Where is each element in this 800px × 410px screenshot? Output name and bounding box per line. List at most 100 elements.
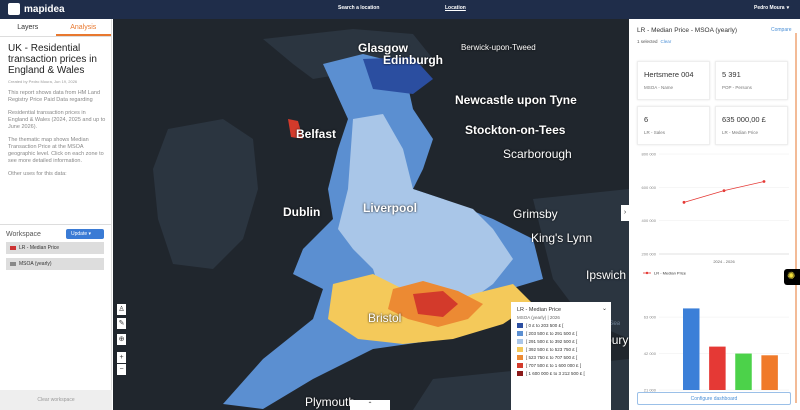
comparison-bar-chart: 21 00042 00063 000 — [644, 308, 789, 393]
locate-button[interactable]: ⊕ — [117, 334, 126, 345]
data-point — [682, 200, 686, 204]
zoom-out-button[interactable]: − — [117, 364, 126, 375]
selection-status: 1 selected Clear — [637, 39, 671, 44]
workspace-item-label: LR - Median Price — [19, 245, 60, 251]
search-location-input[interactable]: Search a location — [338, 5, 379, 11]
panel-scrollbar[interactable] — [795, 33, 797, 403]
legend-label: [ 707 500 £ to 1 600 000 £ [ — [526, 363, 582, 368]
city-label: Stockton-on-Tees — [465, 123, 566, 137]
crosshair-icon: ⊕ — [118, 336, 125, 343]
legend-label: LR - Median Price — [654, 271, 687, 276]
workspace-item-median-price[interactable]: LR - Median Price — [6, 242, 104, 254]
legend-swatch — [517, 347, 523, 352]
stat-label: LR - Sales — [644, 130, 666, 135]
legend-row[interactable]: [ 1 600 000 £ to 3 212 500 £ [ — [517, 371, 605, 376]
zoom-in-button[interactable]: + — [117, 352, 126, 363]
city-label: Dublin — [283, 205, 321, 219]
logo-text: mapidea — [24, 3, 65, 15]
stat-card: 6 LR - Sales — [637, 106, 710, 145]
stat-value: 5 391 — [722, 70, 741, 79]
chevron-up-icon: ⌃ — [367, 402, 373, 408]
x-axis-label: 2024 - 2026 — [713, 259, 735, 264]
legend-row[interactable]: [ 707 500 £ to 1 600 000 £ [ — [517, 363, 605, 368]
report-meta: Created by Pedro Moura, Jun 19, 2026 — [8, 79, 78, 84]
legend-subtitle: MSOA (yearly) | 2026 — [517, 315, 560, 320]
city-label: Berwick-upon-Tweed — [461, 43, 536, 52]
legend-swatch — [517, 363, 523, 368]
chevron-down-icon: ⌄ — [601, 306, 607, 312]
legend-row[interactable]: [ 0 £ to 203 500 £ [ — [517, 323, 605, 328]
y-tick-label: 800 000 — [642, 152, 657, 157]
chevron-down-icon: ▾ — [786, 5, 790, 11]
report-title: UK - Residential transaction prices in E… — [8, 43, 97, 76]
report-paragraph: The thematic map shows Median Transactio… — [8, 137, 104, 164]
chevron-down-icon: ▾ — [88, 231, 92, 237]
location-link[interactable]: Location — [445, 5, 466, 11]
y-tick-label: 63 000 — [644, 315, 657, 320]
legend-row[interactable]: [ 291 500 £ to 392 500 £ [ — [517, 339, 605, 344]
selected-count: 1 selected — [637, 39, 658, 44]
clear-selection-link[interactable]: Clear — [661, 39, 672, 44]
configure-dashboard-button[interactable]: Configure dashboard — [637, 392, 791, 405]
report-paragraph: Residential transaction prices in Englan… — [8, 110, 106, 130]
data-point — [762, 180, 766, 183]
y-tick-label: 600 000 — [642, 185, 657, 190]
expand-bottom-button[interactable]: ⌃ — [350, 400, 390, 410]
y-tick-label: 42 000 — [644, 351, 657, 356]
minus-icon: − — [119, 366, 124, 373]
legend-label: [ 523 750 £ to 707 500 £ [ — [526, 355, 578, 360]
legend-swatch — [517, 323, 523, 328]
data-point — [722, 189, 726, 193]
legend-collapse-button[interactable]: ⌄ — [602, 305, 607, 312]
left-panel: Layers Analysis UK - Residential transac… — [0, 19, 112, 410]
update-label: Update — [71, 231, 88, 237]
city-label: Bristol — [368, 311, 402, 325]
city-label: Grimsby — [513, 207, 558, 221]
stat-value: Hertsmere 004 — [644, 70, 694, 79]
legend-row[interactable]: [ 392 500 £ to 523 750 £ [ — [517, 347, 605, 352]
help-widget[interactable]: ✺ — [784, 269, 800, 285]
legend-label: [ 203 500 £ to 291 500 £ [ — [526, 331, 578, 336]
legend-label: [ 291 500 £ to 392 500 £ [ — [526, 339, 578, 344]
collapse-right-panel-button[interactable]: › — [621, 205, 629, 221]
report-paragraph: Other uses for this data: — [8, 171, 67, 177]
city-label: Belfast — [296, 127, 337, 141]
city-label: Newcastle upon Tyne — [455, 93, 577, 107]
draw-button[interactable]: ✎ — [117, 318, 126, 329]
plus-icon: + — [119, 354, 124, 361]
left-tabs: Layers Analysis — [0, 19, 111, 37]
legend-row[interactable]: [ 523 750 £ to 707 500 £ [ — [517, 355, 605, 360]
report-paragraph: This report shows data from HM Land Regi… — [8, 90, 101, 103]
street-view-button[interactable]: ♙ — [117, 304, 126, 315]
layer-swatch-icon — [10, 262, 16, 266]
legend-swatch — [517, 355, 523, 360]
map-legend: ⌄ LR - Median Price MSOA (yearly) | 2026… — [511, 302, 611, 410]
clear-workspace-button[interactable]: Clear workspace — [0, 390, 112, 410]
bar — [761, 355, 778, 390]
compare-link[interactable]: Compare — [771, 27, 792, 33]
tab-layers[interactable]: Layers — [0, 19, 56, 36]
city-label: Edinburgh — [383, 53, 443, 67]
report-description: UK - Residential transaction prices in E… — [8, 43, 106, 213]
logo[interactable]: mapidea — [8, 3, 65, 15]
y-tick-label: 200 000 — [642, 252, 657, 257]
right-panel: LR - Median Price - MSOA (yearly) Compar… — [629, 19, 800, 410]
stat-value: 6 — [644, 115, 649, 124]
stat-card: 635 000,00 £ LR - Median Price — [715, 106, 788, 145]
tab-analysis[interactable]: Analysis — [55, 19, 111, 36]
dashboard-title: LR - Median Price - MSOA (yearly) — [637, 27, 738, 34]
legend-label: [ 1 600 000 £ to 3 212 500 £ [ — [526, 371, 585, 376]
legend-title: LR - Median Price — [517, 307, 562, 313]
update-button[interactable]: Update ▾ — [66, 229, 104, 239]
bar — [735, 353, 752, 390]
user-menu[interactable]: Pedro Moura ▾ — [754, 5, 789, 11]
city-label: Plymouth — [305, 395, 356, 409]
workspace-section: Workspace Update ▾ LR - Median Price MSO… — [0, 224, 112, 276]
map-view[interactable]: Glasgow Edinburgh Berwick-upon-Tweed Newcas… — [113, 19, 629, 410]
bar — [709, 346, 726, 390]
city-label: King's Lynn — [531, 231, 593, 245]
legend-row[interactable]: [ 203 500 £ to 291 500 £ [ — [517, 331, 605, 336]
stat-card: 5 391 POP - Persons — [715, 61, 788, 100]
y-tick-label: 400 000 — [642, 218, 657, 223]
workspace-item-msoa[interactable]: MSOA (yearly) — [6, 258, 104, 270]
